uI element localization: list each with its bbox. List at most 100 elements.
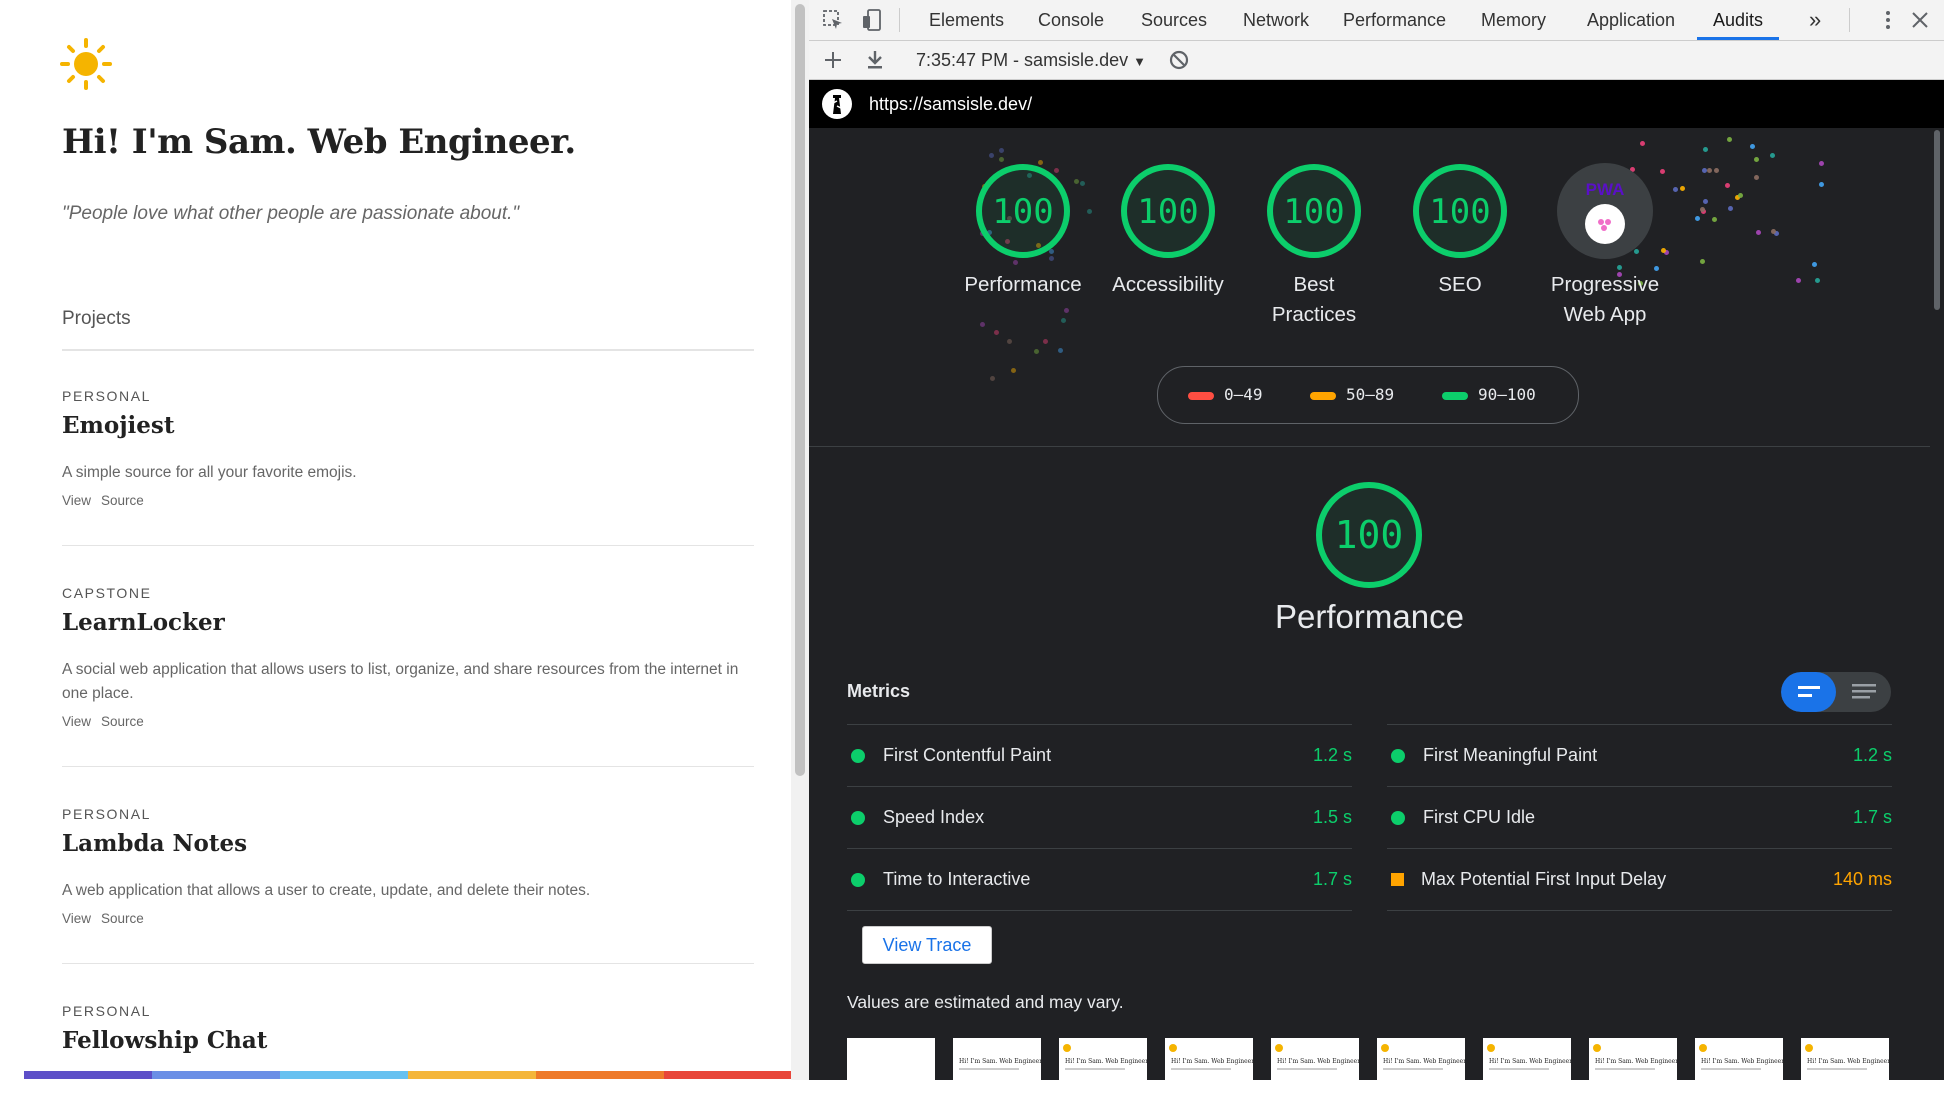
confetti-dot: [1737, 193, 1743, 199]
website-scrollbar[interactable]: [791, 0, 809, 1080]
score-ring: 100: [1121, 164, 1215, 258]
metric-row: First CPU Idle 1.7 s: [1387, 786, 1892, 848]
report-url-bar: https://samsisle.dev/: [809, 80, 1944, 128]
compact-view-icon: [1798, 686, 1820, 697]
confetti-dot: [1726, 136, 1732, 142]
frame-caption: Hi! I'm Sam. Web Engineer.: [1701, 1058, 1783, 1065]
view-trace-button[interactable]: View Trace: [862, 926, 992, 964]
scrollbar-thumb[interactable]: [1934, 130, 1940, 310]
confetti-dot: [1753, 156, 1759, 162]
metric-name: Time to Interactive: [883, 869, 1031, 889]
confetti-dot: [988, 152, 994, 158]
project-source-link[interactable]: Source: [101, 714, 144, 729]
tab-console[interactable]: Console: [1038, 0, 1104, 40]
sun-logo-icon: [1593, 1044, 1601, 1052]
project-description: A web application that allows a user to …: [62, 882, 591, 899]
frame-line: [1277, 1068, 1337, 1070]
score-value: 100: [992, 192, 1053, 232]
gauge-pwa[interactable]: PWA Progressive Web App: [1530, 162, 1680, 330]
metric-value: 140 ms: [1832, 869, 1892, 889]
confetti-dot: [1753, 175, 1759, 181]
add-icon[interactable]: [821, 48, 845, 72]
project-name[interactable]: Fellowship Chat: [62, 1027, 762, 1054]
gauge-performance[interactable]: 100 Performance: [963, 162, 1083, 300]
gauge-best-practices[interactable]: 100 Best Practices: [1254, 162, 1374, 330]
project-name[interactable]: Lambda Notes: [62, 830, 762, 857]
report-selector[interactable]: 7:35:47 PM - samsisle.dev ▼: [916, 41, 1146, 81]
tab-performance[interactable]: Performance: [1343, 0, 1446, 40]
confetti-dot: [1086, 208, 1092, 214]
confetti-dot: [1058, 348, 1064, 353]
metrics-heading: Metrics: [847, 681, 911, 701]
project-description: A simple source for all your favorite em…: [62, 464, 357, 481]
gauge-accessibility[interactable]: 100 Accessibility: [1108, 162, 1228, 300]
frame-caption: Hi! I'm Sam. Web Engineer.: [959, 1058, 1041, 1065]
legend-item-fail: 0–49: [1188, 367, 1263, 423]
project-name[interactable]: Emojiest: [62, 412, 762, 439]
project-view-link[interactable]: View: [62, 911, 91, 926]
sun-logo-icon: [1381, 1044, 1389, 1052]
confetti-dot: [1770, 229, 1776, 235]
clear-block-icon[interactable]: [1167, 48, 1191, 72]
projects-section-title: Projects: [62, 308, 131, 329]
toggle-compact-option[interactable]: [1781, 672, 1836, 712]
confetti-dot: [1702, 198, 1708, 204]
report-scrollbar[interactable]: [1930, 128, 1944, 1080]
toolbar-separator: [899, 8, 900, 32]
project-name[interactable]: LearnLocker: [62, 609, 762, 636]
gauge-label: Performance: [964, 273, 1082, 296]
divider: [62, 963, 754, 964]
kebab-menu-icon[interactable]: [1876, 8, 1900, 32]
audits-toolbar: 7:35:47 PM - samsisle.dev ▼: [809, 41, 1944, 80]
project-source-link[interactable]: Source: [101, 911, 144, 926]
download-icon[interactable]: [863, 48, 887, 72]
confetti-dot: [1639, 140, 1645, 146]
expanded-view-icon[interactable]: [1836, 672, 1891, 712]
project-card: PERSONAL Fellowship Chat: [62, 1003, 762, 1054]
project-view-link[interactable]: View: [62, 493, 91, 508]
estimate-note: Values are estimated and may vary.: [847, 992, 1124, 1012]
score-value: 100: [1429, 192, 1490, 232]
tab-network[interactable]: Network: [1243, 0, 1309, 40]
metric-name: First Contentful Paint: [883, 745, 1052, 765]
scrollbar-thumb[interactable]: [795, 4, 805, 776]
color-bar-segment: [536, 1071, 664, 1079]
confetti-dot: [989, 375, 995, 381]
project-source-link[interactable]: Source: [101, 493, 144, 508]
confetti-dot: [1814, 278, 1820, 284]
tab-application[interactable]: Application: [1587, 0, 1675, 40]
sun-logo-icon[interactable]: [60, 38, 112, 90]
confetti-dot: [998, 148, 1004, 154]
project-view-link[interactable]: View: [62, 714, 91, 729]
confetti-dot: [1011, 367, 1016, 373]
tab-audits[interactable]: Audits: [1697, 0, 1780, 40]
confetti-dot: [999, 156, 1005, 162]
confetti-dot: [1063, 308, 1069, 314]
tab-elements[interactable]: Elements: [929, 0, 1004, 40]
project-tag: CAPSTONE: [62, 585, 152, 601]
inspect-element-icon[interactable]: [821, 8, 845, 32]
more-tabs-button[interactable]: »: [1809, 0, 1821, 40]
device-toolbar-icon[interactable]: [861, 8, 885, 32]
gauge-label: Progressive Web App: [1550, 273, 1660, 326]
filmstrip-frame: Hi! I'm Sam. Web Engineer.: [1165, 1038, 1253, 1080]
color-bar-segment: [152, 1071, 280, 1079]
gauge-label: SEO: [1438, 273, 1482, 296]
gauge-seo[interactable]: 100 SEO: [1400, 162, 1520, 300]
project-tag: PERSONAL: [62, 1003, 152, 1019]
tab-memory[interactable]: Memory: [1481, 0, 1546, 40]
frame-caption: Hi! I'm Sam. Web Engineer.: [1277, 1058, 1359, 1065]
metrics-view-toggle[interactable]: [1781, 672, 1891, 712]
tab-sources[interactable]: Sources: [1141, 0, 1207, 40]
confetti-dot: [1818, 161, 1824, 167]
devtools-panel: Elements Console Sources Network Perform…: [809, 0, 1944, 1080]
sun-logo-icon: [1487, 1044, 1495, 1052]
confetti-dot: [1701, 167, 1707, 173]
filmstrip-frame: Hi! I'm Sam. Web Engineer.: [1377, 1038, 1465, 1080]
score-value: 100: [1283, 192, 1344, 232]
toolbar-separator: [1849, 8, 1850, 32]
confetti-dot: [1695, 215, 1701, 221]
color-bar-segment: [408, 1071, 536, 1079]
report-url[interactable]: https://samsisle.dev/: [869, 80, 1032, 128]
close-icon[interactable]: [1908, 8, 1932, 32]
